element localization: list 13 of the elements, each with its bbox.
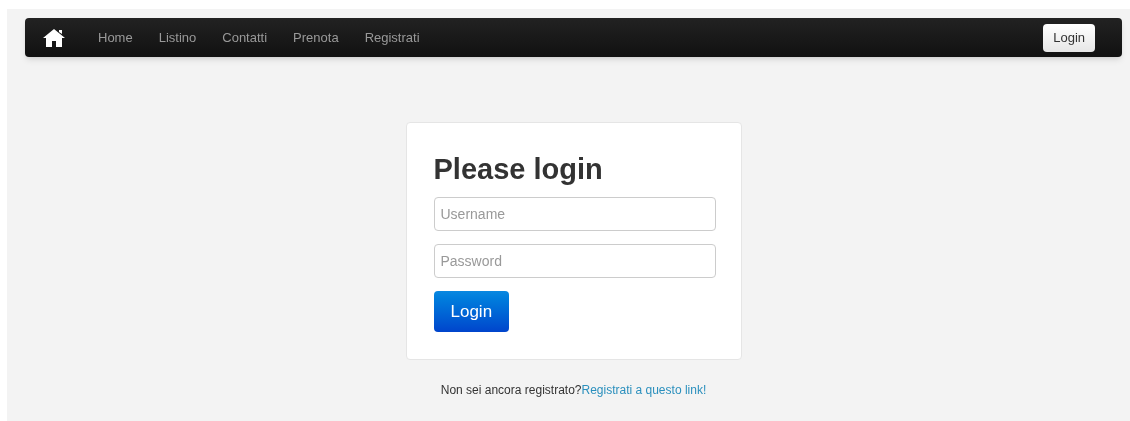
register-prompt: Non sei ancora registrato?Registrati a questo link! <box>440 382 707 399</box>
submit-button[interactable]: Login <box>433 291 510 332</box>
nav-link[interactable]: Home <box>98 27 133 48</box>
nav-link[interactable]: Prenota <box>293 27 339 48</box>
nav-link[interactable]: Registrati <box>364 27 420 48</box>
nav-link[interactable]: Listino <box>158 27 197 48</box>
form-title: Please login <box>433 152 604 187</box>
login-button[interactable]: Login <box>1043 23 1095 52</box>
nav-link[interactable]: Contatti <box>222 27 268 48</box>
input-field[interactable]: Username <box>433 197 716 231</box>
register-link[interactable]: Registrati a questo link! <box>581 383 707 397</box>
input-field[interactable]: Password <box>433 244 716 278</box>
home-icon[interactable] <box>43 28 65 47</box>
